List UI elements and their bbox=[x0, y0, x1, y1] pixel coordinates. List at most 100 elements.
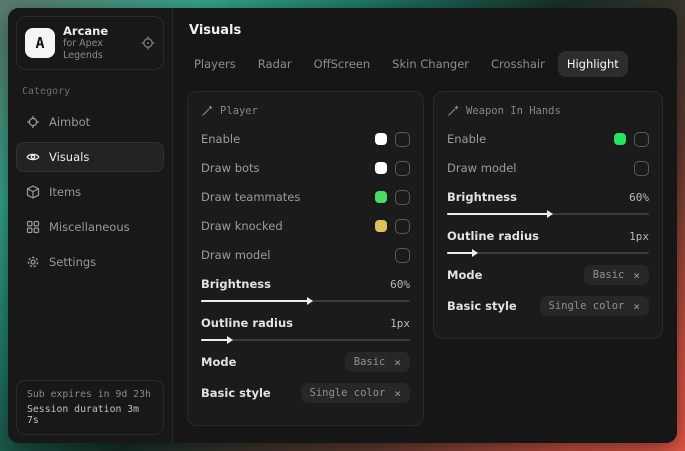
sidebar-item-visuals[interactable]: Visuals bbox=[16, 142, 164, 172]
basic-style-select-row: Basic style Single color × bbox=[201, 383, 410, 403]
outline-radius-slider-block: Outline radius 1px bbox=[201, 313, 410, 341]
checkbox[interactable] bbox=[634, 161, 649, 176]
close-icon[interactable]: × bbox=[394, 357, 401, 368]
toggle-label: Draw teammates bbox=[201, 190, 300, 204]
checkbox[interactable] bbox=[395, 219, 410, 234]
sidebar-item-label: Aimbot bbox=[49, 115, 90, 129]
tab-offscreen[interactable]: OffScreen bbox=[305, 51, 380, 77]
select-label: Basic style bbox=[201, 386, 271, 400]
toggle-row: Draw knocked bbox=[201, 216, 410, 236]
eye-icon bbox=[26, 150, 40, 164]
color-swatch[interactable] bbox=[614, 133, 626, 145]
brightness-slider-block: Brightness 60% bbox=[201, 274, 410, 302]
sidebar-item-settings[interactable]: Settings bbox=[16, 247, 164, 277]
app-titles: Arcane for Apex Legends bbox=[63, 24, 133, 62]
toggle-row: Draw teammates bbox=[201, 187, 410, 207]
tab-bar: Players Radar OffScreen Skin Changer Cro… bbox=[173, 51, 677, 77]
toggle-row: Draw model bbox=[201, 245, 410, 265]
sidebar: A Arcane for Apex Legends Category Aimbo… bbox=[8, 8, 173, 443]
slider-label: Outline radius bbox=[201, 316, 293, 330]
tab-players[interactable]: Players bbox=[185, 51, 245, 77]
toggle-label: Draw knocked bbox=[201, 219, 283, 233]
select-label: Mode bbox=[201, 355, 236, 369]
checkbox[interactable] bbox=[634, 132, 649, 147]
app-title: Arcane bbox=[63, 24, 133, 38]
crosshair-icon[interactable] bbox=[141, 36, 155, 50]
panel-title: Weapon In Hands bbox=[466, 105, 561, 117]
outline-radius-slider-block: Outline radius 1px bbox=[447, 226, 649, 254]
slider-fill bbox=[447, 213, 548, 215]
basic-style-tag[interactable]: Single color × bbox=[301, 383, 410, 403]
sidebar-header: A Arcane for Apex Legends bbox=[16, 16, 164, 70]
tag-label: Single color bbox=[310, 387, 386, 399]
checkbox[interactable] bbox=[395, 161, 410, 176]
toggle-row: Enable bbox=[201, 129, 410, 149]
session-duration-text: Session duration 3m 7s bbox=[27, 404, 153, 426]
toggle-label: Draw bots bbox=[201, 161, 260, 175]
tag-label: Basic bbox=[354, 356, 386, 368]
category-label: Category bbox=[22, 86, 158, 97]
sidebar-item-items[interactable]: Items bbox=[16, 177, 164, 207]
main-area: Visuals Players Radar OffScreen Skin Cha… bbox=[173, 8, 677, 443]
grid-icon bbox=[26, 220, 40, 234]
close-icon[interactable]: × bbox=[633, 301, 640, 312]
wand-icon bbox=[201, 105, 213, 117]
player-panel: Player Enable Draw bots bbox=[187, 91, 424, 426]
mode-tag[interactable]: Basic × bbox=[345, 352, 410, 372]
color-swatch[interactable] bbox=[375, 220, 387, 232]
toggle-label: Draw model bbox=[447, 161, 517, 175]
mode-select-row: Mode Basic × bbox=[447, 265, 649, 285]
checkbox[interactable] bbox=[395, 248, 410, 263]
slider-label: Outline radius bbox=[447, 229, 539, 243]
checkbox[interactable] bbox=[395, 190, 410, 205]
slider-value: 1px bbox=[390, 317, 410, 330]
toggle-row: Enable bbox=[447, 129, 649, 149]
weapon-panel-header: Weapon In Hands bbox=[447, 105, 649, 117]
cube-icon bbox=[26, 185, 40, 199]
sidebar-item-label: Settings bbox=[49, 255, 96, 269]
toggle-row: Draw model bbox=[447, 158, 649, 178]
basic-style-select-row: Basic style Single color × bbox=[447, 296, 649, 316]
toggle-row: Draw bots bbox=[201, 158, 410, 178]
tab-radar[interactable]: Radar bbox=[249, 51, 301, 77]
player-panel-header: Player bbox=[201, 105, 410, 117]
mode-tag[interactable]: Basic × bbox=[584, 265, 649, 285]
slider-track[interactable] bbox=[447, 213, 649, 215]
subscription-status-card: Sub expires in 9d 23h Session duration 3… bbox=[16, 380, 164, 435]
slider-value: 60% bbox=[629, 191, 649, 204]
sidebar-item-miscellaneous[interactable]: Miscellaneous bbox=[16, 212, 164, 242]
sidebar-item-label: Visuals bbox=[49, 150, 89, 164]
select-label: Mode bbox=[447, 268, 482, 282]
app-subtitle: for Apex Legends bbox=[63, 38, 133, 62]
tab-highlight[interactable]: Highlight bbox=[558, 51, 628, 77]
mode-select-row: Mode Basic × bbox=[201, 352, 410, 372]
slider-label: Brightness bbox=[447, 190, 517, 204]
toggle-label: Enable bbox=[201, 132, 240, 146]
close-icon[interactable]: × bbox=[633, 270, 640, 281]
tab-skin-changer[interactable]: Skin Changer bbox=[383, 51, 478, 77]
slider-label: Brightness bbox=[201, 277, 271, 291]
slider-fill bbox=[447, 252, 473, 254]
brightness-slider-block: Brightness 60% bbox=[447, 187, 649, 215]
page-title: Visuals bbox=[173, 8, 677, 51]
color-swatch[interactable] bbox=[375, 133, 387, 145]
slider-track[interactable] bbox=[201, 300, 410, 302]
tab-crosshair[interactable]: Crosshair bbox=[482, 51, 554, 77]
color-swatch[interactable] bbox=[375, 162, 387, 174]
toggle-label: Enable bbox=[447, 132, 486, 146]
checkbox[interactable] bbox=[395, 132, 410, 147]
slider-fill bbox=[201, 339, 228, 341]
slider-track[interactable] bbox=[447, 252, 649, 254]
aimbot-crosshair-icon bbox=[26, 115, 40, 129]
close-icon[interactable]: × bbox=[394, 388, 401, 399]
gear-icon bbox=[26, 255, 40, 269]
slider-fill bbox=[201, 300, 308, 302]
basic-style-tag[interactable]: Single color × bbox=[540, 296, 649, 316]
app-logo: A bbox=[25, 28, 55, 58]
sidebar-item-label: Items bbox=[49, 185, 81, 199]
color-swatch[interactable] bbox=[375, 191, 387, 203]
tab-content: Player Enable Draw bots bbox=[173, 77, 677, 440]
sidebar-item-aimbot[interactable]: Aimbot bbox=[16, 107, 164, 137]
slider-track[interactable] bbox=[201, 339, 410, 341]
sidebar-item-label: Miscellaneous bbox=[49, 220, 130, 234]
